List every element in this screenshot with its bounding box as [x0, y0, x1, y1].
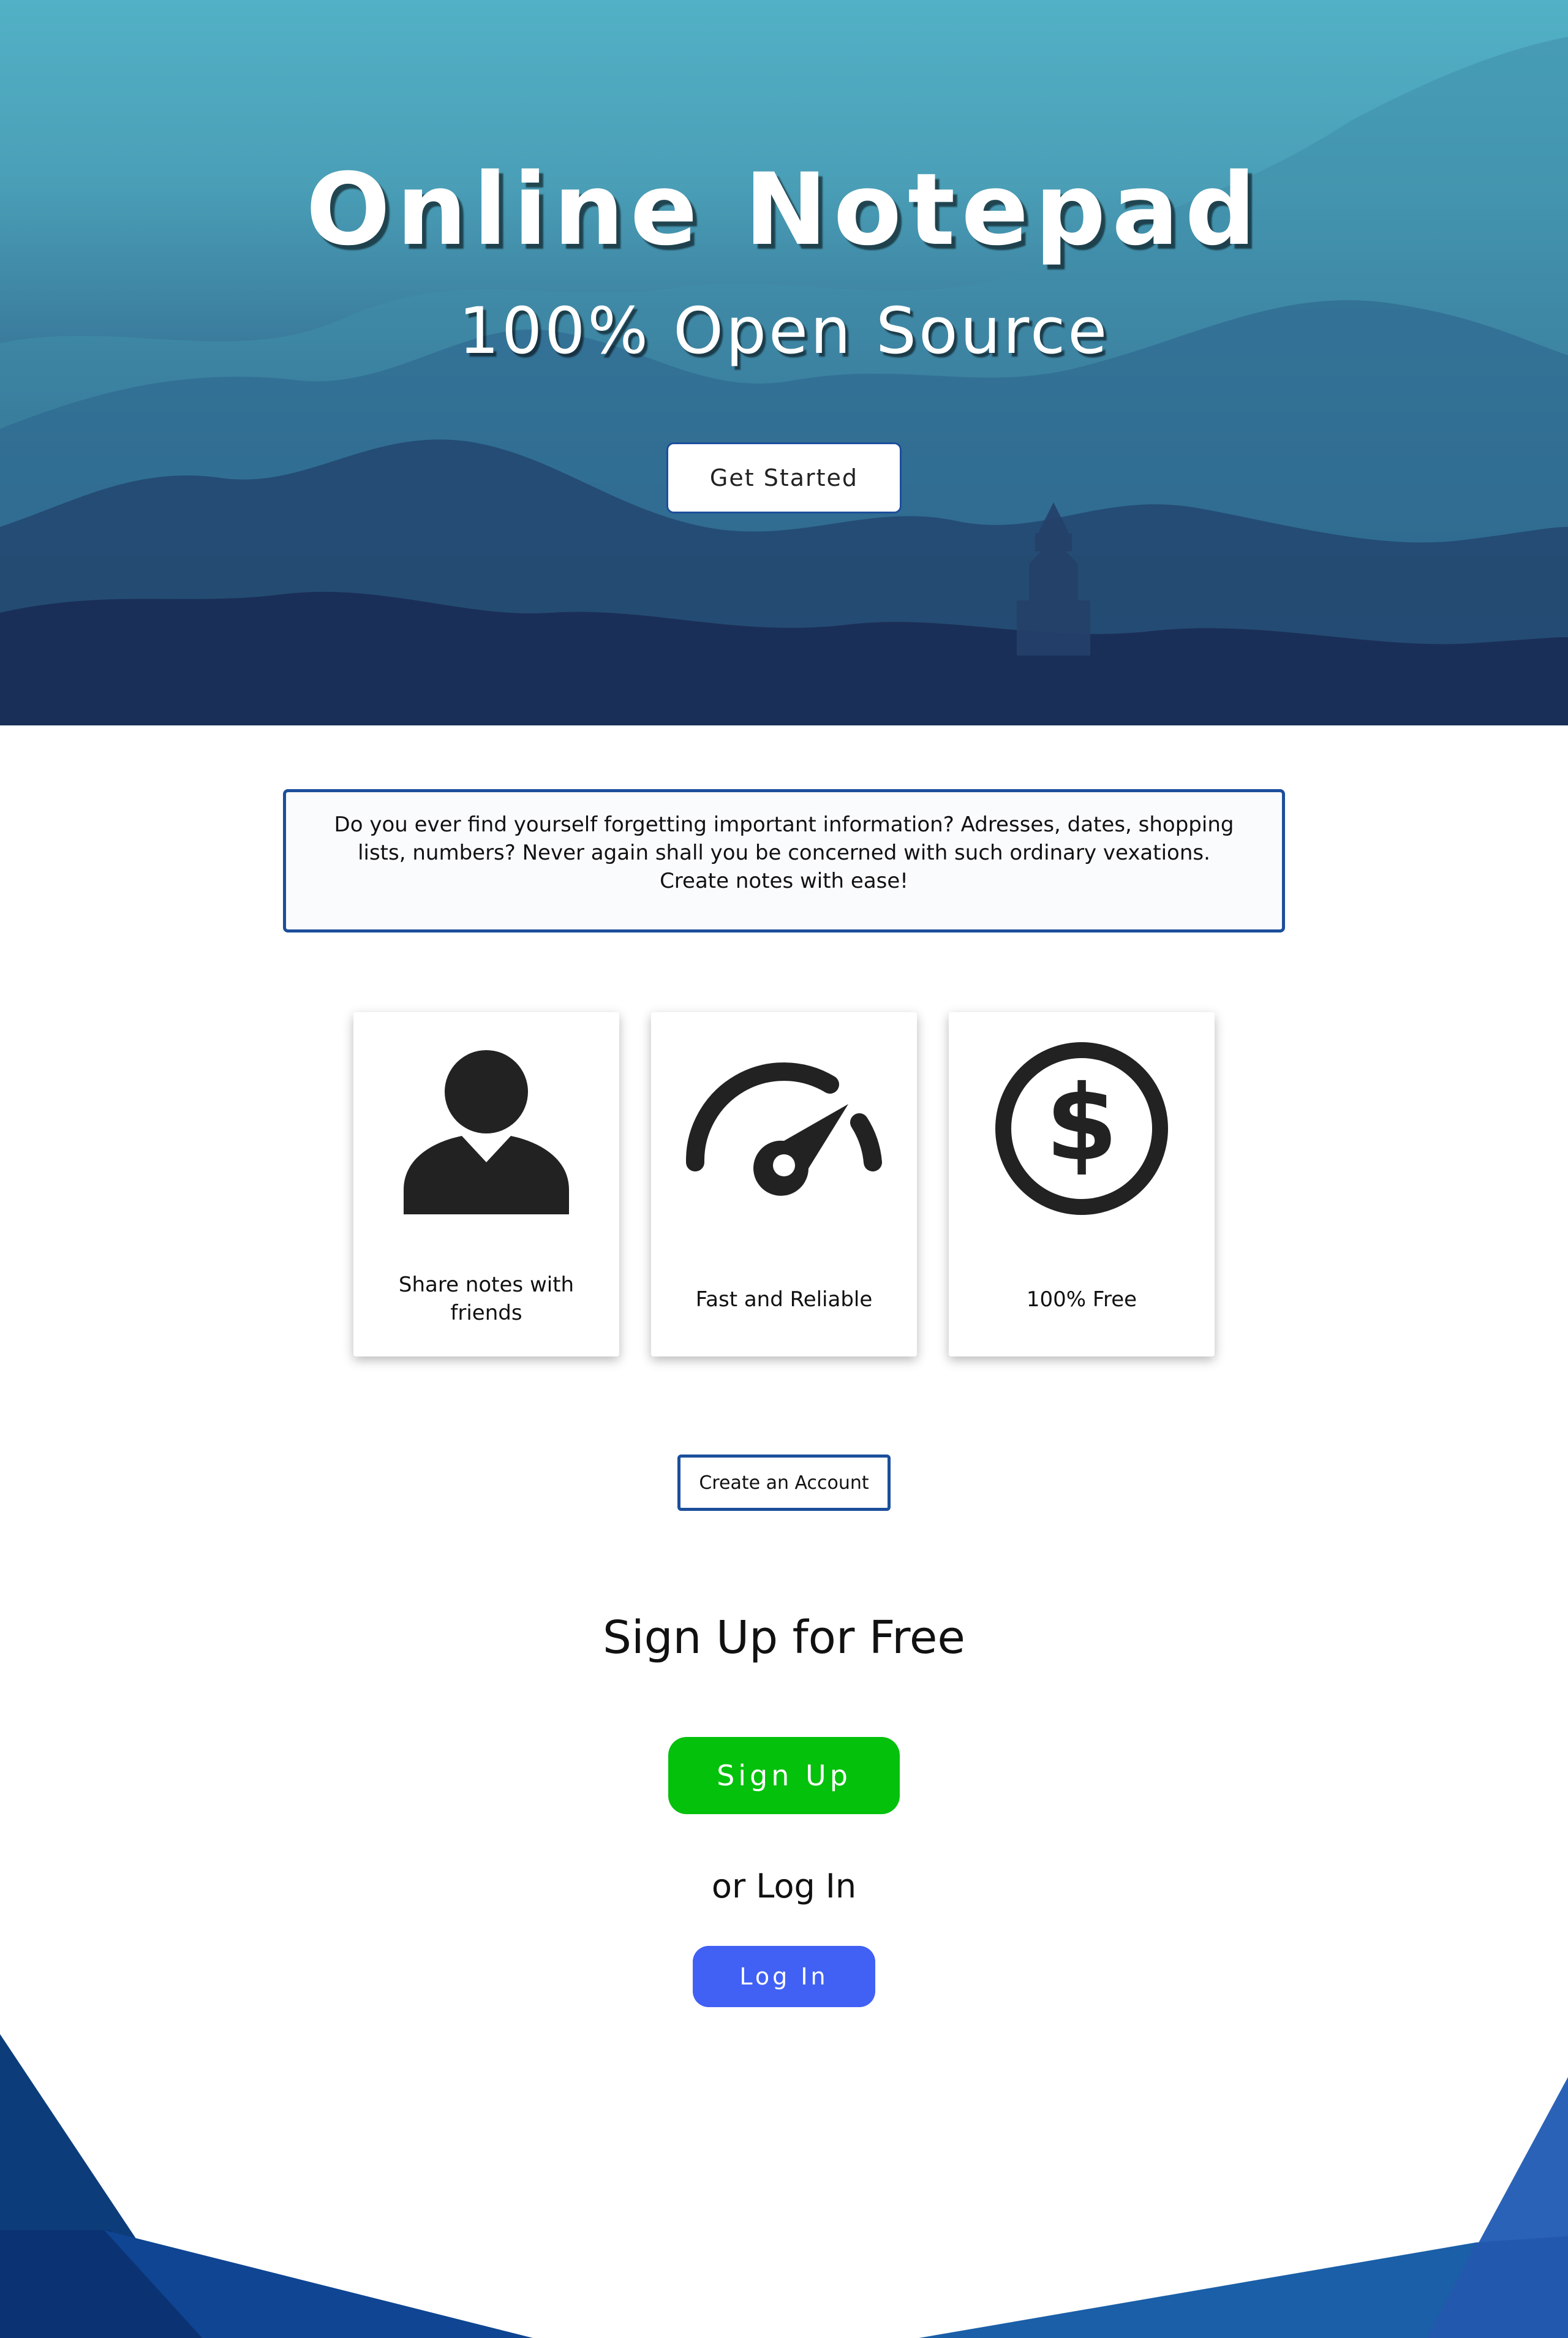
feature-card-share: Share notes with friends: [353, 1012, 619, 1356]
get-started-button[interactable]: Get Started: [666, 442, 902, 513]
feature-label: Share notes with friends: [398, 1273, 575, 1325]
feature-label: Fast and Reliable: [695, 1287, 873, 1312]
svg-text:$: $: [1046, 1063, 1118, 1184]
feature-card-fast: Fast and Reliable: [651, 1012, 917, 1356]
hero-banner: Online Notepad 100% Open Source Get Star…: [0, 0, 1568, 725]
feature-label: 100% Free: [1026, 1287, 1137, 1312]
log-in-button[interactable]: Log In: [693, 1946, 875, 2007]
hero-subtitle: 100% Open Source: [458, 293, 1110, 368]
sign-up-button[interactable]: Sign Up: [668, 1737, 900, 1814]
dollar-circle-icon: $: [949, 1012, 1215, 1245]
feature-card-free: $ 100% Free: [949, 1012, 1215, 1356]
intro-text: Do you ever find yourself forgetting imp…: [334, 812, 1234, 893]
intro-text-box: Do you ever find yourself forgetting imp…: [283, 789, 1285, 933]
speedometer-icon: [651, 1012, 917, 1245]
create-account-button[interactable]: Create an Account: [677, 1455, 891, 1511]
signup-heading: Sign Up for Free: [603, 1611, 965, 1664]
hero-title: Online Notepad: [306, 153, 1262, 268]
or-login-text: or Log In: [711, 1867, 857, 1905]
footer-decoration: [0, 2034, 1568, 2338]
user-icon: [353, 1012, 619, 1245]
